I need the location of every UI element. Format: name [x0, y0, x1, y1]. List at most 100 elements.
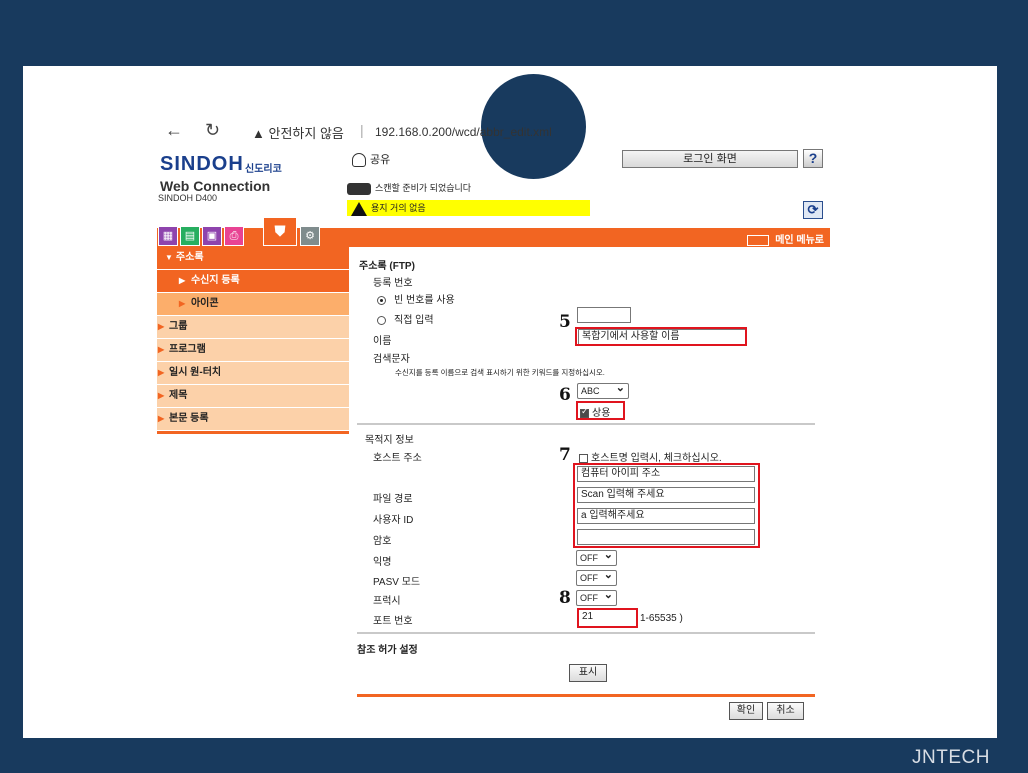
tab-store-address-icon[interactable]: ⛊: [263, 217, 297, 246]
radio-direct-input[interactable]: 직접 입력: [377, 311, 434, 326]
radio-button: [377, 295, 386, 305]
logo-korean: 신도리코: [245, 164, 282, 175]
tab-box-icon[interactable]: ▣: [202, 226, 222, 246]
brand-footer: JNTECH: [912, 747, 990, 768]
user-name: 공유: [370, 154, 391, 166]
name-label: 이름: [373, 336, 392, 347]
radio-use-empty[interactable]: 빈 번호를 사용: [377, 291, 455, 306]
paper-warning: 용지 거의 없음: [347, 200, 590, 216]
sidebar-item-label: 그룹: [169, 321, 188, 332]
cancel-button[interactable]: 취소: [767, 702, 804, 720]
step-6-label: 6: [559, 385, 571, 405]
dest-section-title: 목적지 정보: [365, 435, 414, 446]
arrow-icon: ▶: [179, 276, 186, 285]
search-help: 수신지를 등록 이름으로 검색 표시하기 위한 키워드를 지정하십시오.: [395, 368, 605, 377]
step-7-label: 7: [559, 445, 571, 465]
web-connection-app: SINDOH 신도리코 Web Connection SINDOH D400 공…: [157, 145, 830, 735]
sidebar-item-body[interactable]: ▶ 본문 등록: [157, 408, 349, 431]
reg-number-input[interactable]: [577, 307, 631, 323]
help-button[interactable]: ?: [803, 149, 823, 168]
tab-settings-icon[interactable]: ⚙: [300, 226, 320, 246]
password-label: 암호: [373, 536, 392, 547]
tab-job-icon[interactable]: ▤: [180, 226, 200, 246]
show-button[interactable]: 표시: [569, 664, 607, 682]
security-warning[interactable]: ▲ 안전하지 않음: [252, 123, 344, 142]
radio-label: 빈 번호를 사용: [394, 295, 455, 306]
step-5-label: 5: [559, 312, 571, 332]
arrow-icon: ▶: [158, 391, 165, 400]
sidebar-item-addressbook[interactable]: ▼ 주소록: [157, 247, 349, 270]
search-select[interactable]: ABC: [577, 381, 629, 399]
sidebar-item-temp-onetouch[interactable]: ▶ 일시 원-터치: [157, 362, 349, 385]
sidebar: ▼ 주소록 ▶ 수신지 등록 ▶ 아이콘 ▶ 그룹 ▶ 프로그램 ▶ 일시 원-터치 ▶…: [157, 247, 349, 434]
anon-select[interactable]: OFF: [576, 548, 617, 566]
scan-status: 스캔할 준비가 되었습니다: [347, 181, 471, 195]
login-screen-button[interactable]: 로그인 화면: [622, 150, 798, 168]
tab-info-icon[interactable]: ▦: [158, 226, 178, 246]
highlight-name: [575, 327, 747, 346]
back-arrow-icon[interactable]: ←: [165, 121, 183, 139]
proxy-label: 프럭시: [373, 596, 401, 607]
address-bar[interactable]: 192.168.0.200/wcd/abbr_edit.xml: [375, 125, 552, 139]
sidebar-item-destination[interactable]: ▶ 수신지 등록: [157, 270, 349, 293]
host-label: 호스트 주소: [373, 453, 422, 464]
sidebar-item-label: 수신지 등록: [190, 275, 240, 286]
refresh-icon: ⟳: [807, 202, 819, 217]
highlight-common: [576, 401, 625, 420]
refresh-button[interactable]: ⟳: [803, 201, 823, 219]
arrow-icon: ▶: [158, 322, 165, 331]
form-title: 주소록 (FTP): [359, 261, 415, 272]
main-menu-link[interactable]: 메인 메뉴로: [747, 231, 824, 246]
expand-arrow-icon: ▼: [165, 253, 173, 262]
step-8-label: 8: [559, 588, 571, 608]
sidebar-item-label: 제목: [169, 390, 188, 401]
anon-label: 익명: [373, 557, 392, 568]
port-range: 1-65535 ): [640, 613, 683, 624]
sidebar-item-label: 주소록: [175, 252, 204, 263]
port-label: 포트 번호: [373, 616, 413, 627]
sidebar-bottom-border: [157, 431, 349, 434]
security-label: 안전하지 않음: [268, 126, 344, 141]
function-tabs: ▦ ▤ ▣ ⎙ ⛊ ⚙: [157, 217, 327, 246]
highlight-destination: [573, 463, 760, 548]
divider: [357, 423, 815, 425]
radio-button: [377, 315, 386, 325]
reload-icon[interactable]: ↻: [205, 121, 220, 139]
menu-icon: [747, 234, 770, 246]
tab-print-icon[interactable]: ⎙: [224, 226, 244, 246]
search-label: 검색문자: [373, 354, 410, 365]
sidebar-item-label: 일시 원-터치: [169, 367, 222, 378]
reg-number-label: 등록 번호: [373, 278, 413, 289]
arrow-icon: ▶: [158, 345, 165, 354]
separator: |: [360, 122, 364, 138]
user-icon: [352, 153, 366, 168]
radio-label: 직접 입력: [394, 315, 434, 326]
divider: [357, 632, 815, 634]
user-indicator: 공유: [352, 151, 391, 168]
warning-triangle-icon: ▲: [252, 126, 265, 141]
pasv-label: PASV 모드: [373, 577, 421, 588]
model-name: SINDOH D400: [158, 193, 218, 203]
scanner-icon: [347, 182, 371, 195]
sidebar-item-subject[interactable]: ▶ 제목: [157, 385, 349, 408]
arrow-icon: ▶: [179, 299, 186, 308]
sidebar-item-program[interactable]: ▶ 프로그램: [157, 339, 349, 362]
sidebar-item-group[interactable]: ▶ 그룹: [157, 316, 349, 339]
sindoh-logo: SINDOH: [160, 153, 244, 175]
arrow-icon: ▶: [158, 368, 165, 377]
paper-warning-text: 용지 거의 없음: [371, 203, 426, 213]
sidebar-item-label: 아이콘: [190, 298, 219, 309]
checkbox: [579, 453, 588, 463]
browser-toolbar: ← ↻ ▲ 안전하지 않음 | 192.168.0.200/wcd/abbr_e…: [157, 119, 830, 145]
sidebar-item-icon[interactable]: ▶ 아이콘: [157, 293, 349, 316]
highlight-port: [577, 608, 638, 628]
ok-button[interactable]: 확인: [729, 702, 763, 720]
product-name: Web Connection: [160, 178, 271, 194]
host-checkbox[interactable]: 호스트명 입력시, 체크하십시오.: [579, 449, 722, 464]
main-menu-label: 메인 메뉴로: [775, 235, 824, 246]
userid-label: 사용자 ID: [373, 515, 414, 526]
sidebar-item-label: 본문 등록: [169, 413, 209, 424]
proxy-select[interactable]: OFF: [576, 588, 617, 606]
sidebar-item-label: 프로그램: [169, 344, 206, 355]
pasv-select[interactable]: OFF: [576, 568, 617, 586]
